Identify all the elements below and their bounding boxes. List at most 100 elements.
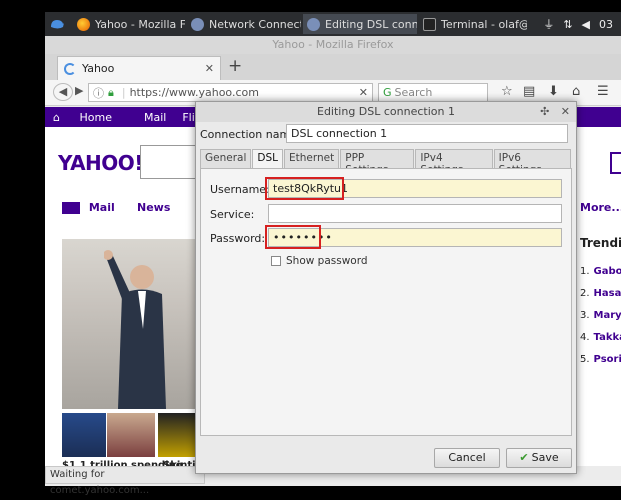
dialog-tabs: General DSL Ethernet PPP Settings IPv4 S… [200, 149, 572, 176]
clock[interactable]: 03 [599, 18, 613, 31]
window-title: Yahoo - Mozilla Firefox [45, 36, 621, 54]
dsl-tab-panel: Username: test8QkRytu1 Service: Password… [200, 168, 572, 436]
url-separator: | [121, 86, 126, 99]
trending-item[interactable]: 5.Psoria [580, 354, 621, 365]
close-tab-icon[interactable]: ✕ [205, 62, 214, 75]
show-password-label: Show password [286, 255, 368, 267]
news-thumbnail[interactable] [158, 413, 198, 457]
trending-item[interactable]: 3.Mary J [580, 310, 621, 321]
home-icon: ⌂ [53, 110, 60, 124]
save-button[interactable]: ✔ Save [506, 448, 572, 468]
taskbar-task-firefox[interactable]: Yahoo - Mozilla Fir... [73, 14, 185, 34]
username-highlight-box [265, 177, 344, 200]
home-icon[interactable]: ⌂ [572, 84, 580, 99]
yahoo-news-link[interactable]: News [137, 201, 170, 214]
terminal-icon [423, 17, 436, 31]
tab-bar: Yahoo ✕ + [45, 54, 621, 80]
trending-num: 2. [580, 288, 590, 299]
yahoo-logo[interactable]: YAHOO! [58, 151, 143, 175]
service-field[interactable] [268, 204, 562, 223]
trending-title: Trendin [580, 236, 621, 250]
trending-num: 3. [580, 310, 590, 321]
browser-tab-yahoo[interactable]: Yahoo ✕ [57, 56, 221, 80]
back-button[interactable]: ◀ [53, 83, 73, 101]
tab-ppp-settings[interactable]: PPP Settings [340, 149, 415, 176]
stop-icon[interactable]: ✕ [359, 86, 368, 99]
show-password-checkbox[interactable] [271, 256, 281, 266]
tab-dsl[interactable]: DSL [252, 149, 283, 169]
taskbar-task-editing-dsl[interactable]: Editing DSL connec... [303, 14, 417, 34]
network-updown-icon[interactable]: ⇅ [563, 18, 572, 31]
service-label: Service: [210, 208, 255, 221]
yahoo-nav-label: Home [79, 110, 112, 124]
trending-item[interactable]: 2.Hasan [580, 288, 621, 299]
new-tab-button[interactable]: + [228, 56, 242, 76]
checkmark-icon: ✔ [519, 451, 529, 464]
trending-item[interactable]: 1.Gabou [580, 266, 621, 277]
password-label: Password: [210, 232, 266, 245]
password-highlight-box [265, 225, 321, 249]
dialog-title-buttons: ✣ ✕ [540, 102, 570, 122]
trending-text: Takka [593, 332, 621, 343]
tab-ipv4-settings[interactable]: IPv4 Settings [415, 149, 493, 176]
taskbar-app-menu[interactable] [45, 14, 71, 34]
yahoo-nav-home[interactable]: ⌂ Home [53, 111, 128, 124]
network-icon [191, 17, 204, 31]
volume-icon[interactable]: ◀ [582, 18, 590, 31]
news-thumbnail[interactable] [62, 413, 106, 457]
news-hero-image[interactable] [62, 239, 197, 409]
yahoo-more-link[interactable]: More... [580, 201, 621, 214]
yahoo-search-button[interactable] [610, 152, 621, 174]
yahoo-mail-link[interactable]: Mail [62, 201, 115, 214]
url-text: https://www.yahoo.com [129, 86, 259, 99]
forward-button[interactable]: ▶ [75, 84, 83, 97]
dialog-title-bar: Editing DSL connection 1 ✣ ✕ [196, 102, 576, 122]
yahoo-nav-mail[interactable]: Mail [144, 111, 166, 124]
downloads-icon[interactable]: ⬇ [548, 84, 559, 99]
network-icon [307, 17, 320, 31]
loading-icon [64, 62, 76, 75]
trending-text: Hasan [593, 288, 621, 299]
info-icon[interactable]: ⓘ [93, 85, 104, 101]
taskbar: Yahoo - Mozilla Fir... Network Connectio… [45, 12, 621, 36]
news-thumbnail[interactable] [107, 413, 155, 457]
edit-dsl-dialog: Editing DSL connection 1 ✣ ✕ Connection … [195, 101, 577, 474]
yahoo-mail-label: Mail [88, 201, 115, 214]
close-icon[interactable]: ✕ [561, 105, 570, 118]
tab-ipv6-settings[interactable]: IPv6 Settings [493, 149, 571, 176]
trending-num: 5. [580, 354, 590, 365]
bookmark-star-icon[interactable]: ☆ [501, 84, 513, 99]
tab-ethernet[interactable]: Ethernet [284, 149, 340, 168]
status-bar: Waiting for comet.yahoo.com... [45, 466, 205, 496]
connection-name-input[interactable]: DSL connection 1 [286, 124, 568, 143]
yahoo-search-input[interactable] [140, 145, 200, 179]
power-plug-icon[interactable]: ⏚ [543, 16, 554, 32]
mail-icon [62, 202, 80, 214]
menu-icon[interactable]: ☰ [597, 84, 609, 99]
dialog-title: Editing DSL connection 1 [317, 105, 455, 118]
trending-item[interactable]: 4.Takka [580, 332, 621, 343]
username-label: Username: [210, 183, 270, 196]
taskbar-task-network-connections[interactable]: Network Connectio... [187, 14, 301, 34]
xfce-mouse-icon [51, 20, 64, 29]
taskbar-task-terminal[interactable]: Terminal - olaf@ub... [419, 14, 527, 34]
taskbar-task-label: Network Connectio... [209, 17, 301, 31]
trending-text: Mary J [593, 310, 621, 321]
person-waving-image [104, 250, 166, 409]
firefox-icon [77, 17, 90, 31]
show-password-row[interactable]: Show password [271, 255, 368, 267]
url-bar[interactable]: ⓘ 🔒︎ | https://www.yahoo.com ✕ [88, 83, 373, 102]
tab-general[interactable]: General [200, 149, 252, 168]
trending-text: Gabou [593, 266, 621, 277]
taskbar-task-label: Terminal - olaf@ub... [441, 17, 527, 31]
search-engine-icon[interactable]: G [383, 86, 392, 99]
trending-text: Psoria [593, 354, 621, 365]
trending-num: 4. [580, 332, 590, 343]
bookmarks-menu-icon[interactable]: ▤ [523, 84, 535, 99]
screen: Yahoo - Mozilla Fir... Network Connectio… [0, 0, 621, 500]
pin-icon[interactable]: ✣ [540, 105, 549, 118]
taskbar-task-label: Yahoo - Mozilla Fir... [95, 17, 185, 31]
cancel-button[interactable]: Cancel [434, 448, 500, 468]
search-bar[interactable]: G Search [378, 83, 488, 102]
trending-num: 1. [580, 266, 590, 277]
